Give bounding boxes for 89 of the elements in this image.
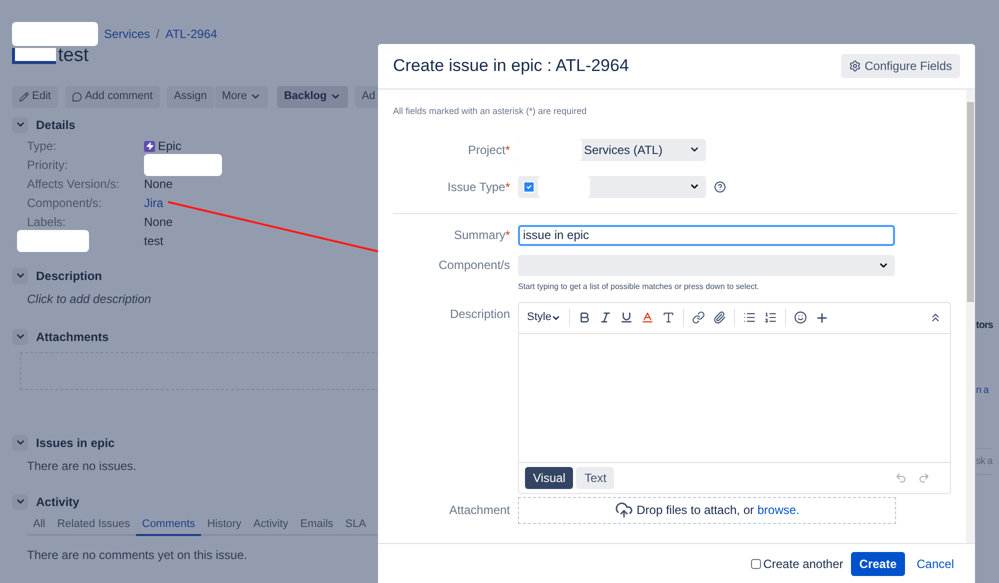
lightning-icon [144, 140, 155, 152]
collapse-toggle[interactable] [12, 268, 28, 284]
dropzone-text: Drop files to attach, or browse. [636, 502, 800, 519]
activity-tab[interactable]: Related Issues [51, 516, 136, 536]
editor-mode-tab[interactable]: Visual [525, 466, 574, 488]
emoji-icon[interactable] [794, 311, 808, 324]
underline-icon[interactable] [620, 311, 634, 324]
toolbar-button[interactable]: More [214, 86, 268, 108]
field-label: Issue Type* [446, 178, 510, 196]
panel-heading: tors [976, 319, 993, 333]
style-menu[interactable]: Style [527, 309, 562, 326]
breadcrumb-link[interactable]: ATL-2964 [165, 25, 218, 43]
input-field[interactable]: sk a [976, 448, 992, 475]
editor-mode-tab[interactable]: Text [576, 466, 614, 488]
create-button[interactable]: Create [851, 552, 905, 576]
issue-title: test [58, 44, 89, 68]
text-color-icon[interactable] [641, 311, 654, 324]
required-note: All fields marked with an asterisk (*) are required [393, 105, 588, 118]
section-heading: Issues in epic [36, 434, 115, 452]
field-hint: Start typing to get a list of possible matches or press down to select. [518, 280, 760, 292]
field-label: Attachment [448, 502, 510, 519]
empty-message: There are no issues. [26, 458, 138, 474]
detail-value: None [144, 214, 173, 231]
detail-label: Component/s: [27, 196, 102, 210]
detail-link[interactable]: Jira [144, 194, 164, 212]
activity-tab[interactable]: All [27, 516, 52, 536]
activity-tab[interactable]: Comments [136, 516, 202, 536]
collapse-toggle[interactable] [12, 328, 28, 344]
detail-value: test [144, 233, 164, 250]
empty-message: There are no comments yet on this issue. [26, 547, 248, 564]
italic-icon[interactable] [599, 311, 612, 324]
detail-value: None [144, 176, 173, 193]
toolbar-button[interactable]: Backlog [276, 86, 348, 108]
issue-type-select[interactable] [518, 176, 706, 198]
field-label: Summary* [452, 227, 510, 244]
detail-label: Labels: [27, 215, 66, 229]
comment-icon [72, 92, 82, 102]
create-another-checkbox[interactable] [751, 558, 762, 568]
redaction-block [17, 230, 89, 252]
toolbar-button[interactable]: Edit [12, 86, 58, 108]
project-select[interactable]: Services (ATL) [518, 138, 706, 160]
pencil-icon [19, 92, 29, 102]
rich-text-editor[interactable]: Style Visual Text [518, 302, 951, 494]
attachment-dropzone[interactable]: Drop files to attach, or browse. [518, 496, 896, 524]
detail-value: Epic [158, 138, 182, 155]
toolbar-button[interactable]: Add comment [64, 86, 160, 108]
bullet-list-icon[interactable] [743, 311, 756, 324]
cancel-link[interactable]: Cancel [910, 554, 960, 572]
settings-icon [848, 60, 861, 72]
scrollbar[interactable] [966, 90, 975, 543]
bold-icon[interactable] [578, 311, 592, 324]
detail-label: Type: [27, 139, 56, 153]
browse-link[interactable]: browse. [757, 503, 800, 517]
description-placeholder[interactable]: Click to add description [12, 290, 372, 308]
collapse-toggle[interactable] [12, 434, 28, 450]
checkbox-label: Create another [763, 556, 844, 572]
upload-icon [614, 501, 633, 519]
detail-label: Priority: [27, 158, 68, 172]
collapse-toggle[interactable] [12, 116, 28, 132]
field-label: Description [448, 306, 510, 322]
numbered-list-icon[interactable] [764, 311, 778, 324]
section-heading: Activity [36, 494, 80, 510]
task-checkbox-icon [522, 180, 536, 194]
breadcrumb-link[interactable]: Services [104, 25, 150, 43]
toolbar-button[interactable]: Assign [166, 86, 214, 108]
breadcrumb-separator: / [156, 26, 160, 43]
summary-input[interactable]: issue in epic [518, 224, 895, 246]
link-icon[interactable] [692, 311, 706, 324]
insert-icon[interactable] [815, 310, 830, 324]
section-heading: Description [36, 268, 102, 284]
issue-type-icon [12, 48, 56, 64]
field-label: Component/s [438, 257, 510, 274]
select-value: Services (ATL) [584, 142, 662, 158]
activity-tab[interactable]: SLA [339, 516, 372, 536]
dialog-title: Create issue in epic : ATL-2964 [393, 55, 629, 78]
text-format-icon[interactable] [662, 311, 676, 324]
configure-fields-button[interactable]: Configure Fields [840, 54, 960, 78]
detail-label: Affects Version/s: [27, 177, 120, 191]
section-heading: Details [36, 116, 76, 134]
field-label: Project* [466, 142, 510, 158]
link-text[interactable]: n a [976, 383, 988, 398]
activity-tab[interactable]: Emails [294, 516, 340, 536]
activity-tab[interactable]: Activity [247, 516, 294, 536]
help-icon[interactable] [714, 180, 726, 192]
collapse-toggle[interactable] [12, 494, 28, 510]
section-heading: Attachments [36, 328, 109, 346]
activity-tab[interactable]: History [201, 516, 248, 536]
collapse-icon[interactable] [929, 311, 942, 324]
attachment-icon[interactable] [713, 311, 726, 324]
